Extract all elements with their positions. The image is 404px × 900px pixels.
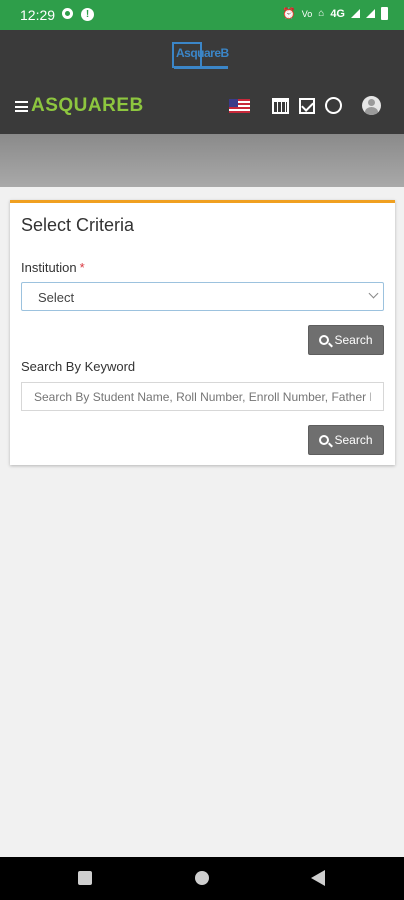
volte-icon: Vo xyxy=(301,8,313,19)
recents-icon[interactable] xyxy=(78,871,92,885)
app-logo: AsquareB xyxy=(170,38,230,72)
us-flag-icon[interactable] xyxy=(229,98,250,113)
institution-search-button[interactable]: Search xyxy=(308,325,384,355)
back-icon[interactable] xyxy=(311,870,325,886)
keyword-search-button[interactable]: Search xyxy=(308,425,384,455)
keyword-search-button-label: Search xyxy=(334,433,373,447)
system-nav-bar xyxy=(0,857,404,900)
card-title: Select Criteria xyxy=(21,215,135,235)
checkbox-icon[interactable] xyxy=(299,97,315,114)
alarm-icon: ⏰ xyxy=(282,8,296,20)
alert-icon: ! xyxy=(81,8,94,21)
chevron-down-icon xyxy=(368,288,379,299)
search-icon xyxy=(319,335,330,345)
institution-label: Institution * xyxy=(21,260,85,275)
whatsapp-icon[interactable] xyxy=(325,97,342,114)
institution-select[interactable]: Select xyxy=(21,282,384,311)
institution-label-text: Institution xyxy=(21,260,77,275)
institution-select-value: Select xyxy=(38,290,75,305)
status-bar: 12:29 ! ⏰ Vo ⌂ 4G xyxy=(0,0,404,30)
signal-icon xyxy=(366,9,375,18)
logo-text: AsquareB xyxy=(176,46,229,60)
app-header: AsquareB ASQUAREB xyxy=(0,30,404,134)
keyword-label: Search By Keyword xyxy=(21,359,136,374)
search-icon xyxy=(319,435,330,445)
network-type: 4G xyxy=(330,7,345,20)
select-criteria-card: Select Criteria Institution * Select Sear… xyxy=(10,200,395,465)
keyword-search-input[interactable] xyxy=(21,382,384,411)
search-button-label: Search xyxy=(334,333,373,347)
hamburger-menu-icon[interactable] xyxy=(15,101,28,112)
required-asterisk: * xyxy=(79,260,85,275)
brand-name: ASQUAREB xyxy=(31,95,144,116)
status-time: 12:29 xyxy=(20,7,56,23)
home-icon[interactable] xyxy=(195,871,209,885)
battery-icon xyxy=(381,7,388,20)
wifi-call-icon: ⌂ xyxy=(318,8,325,19)
sub-header-banner xyxy=(0,134,404,187)
calendar-icon[interactable] xyxy=(272,97,289,114)
signal-icon xyxy=(351,9,360,18)
user-avatar-icon[interactable] xyxy=(362,96,381,115)
gear-icon xyxy=(62,8,73,19)
